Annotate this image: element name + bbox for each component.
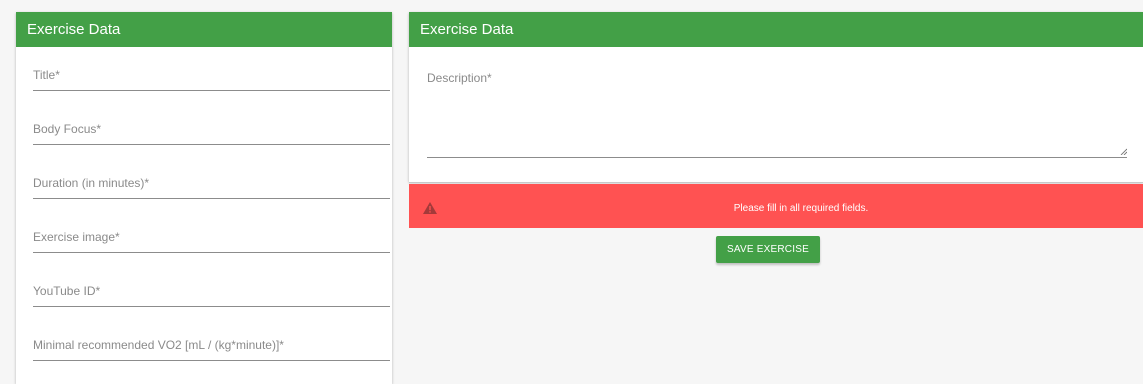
title-label: Title* — [33, 68, 60, 82]
card-header-right: Exercise Data — [409, 12, 1143, 47]
youtube-id-label: YouTube ID* — [33, 284, 101, 298]
title-input[interactable]: Title* — [33, 60, 390, 91]
divider — [409, 182, 1143, 183]
description-textarea[interactable]: Description* — [427, 70, 1127, 158]
duration-label: Duration (in minutes)* — [33, 176, 150, 190]
description-label: Description* — [427, 71, 492, 85]
exercise-data-card-right: Exercise Data Description* — [409, 12, 1143, 182]
exercise-form-page: Exercise Data Title* Body Focus* Duratio… — [0, 0, 1143, 384]
vo2-label: Minimal recommended VO2 [mL / (kg*minute… — [33, 338, 284, 352]
body-focus-label: Body Focus* — [33, 122, 102, 136]
duration-input[interactable]: Duration (in minutes)* — [33, 168, 390, 199]
save-exercise-button[interactable]: SAVE EXERCISE — [716, 236, 820, 263]
vo2-input[interactable]: Minimal recommended VO2 [mL / (kg*minute… — [33, 330, 390, 361]
card-header-left: Exercise Data — [16, 12, 392, 47]
exercise-data-card-left: Exercise Data Title* Body Focus* Duratio… — [16, 12, 392, 384]
resize-handle-icon[interactable] — [1120, 148, 1127, 155]
exercise-image-input[interactable]: Exercise image* — [33, 222, 390, 253]
youtube-id-input[interactable]: YouTube ID* — [33, 276, 390, 307]
alert-message: Please fill in all required fields. — [733, 203, 869, 214]
validation-alert: Please fill in all required fields. — [409, 184, 1143, 228]
body-focus-input[interactable]: Body Focus* — [33, 114, 390, 145]
exercise-image-label: Exercise image* — [33, 230, 120, 244]
